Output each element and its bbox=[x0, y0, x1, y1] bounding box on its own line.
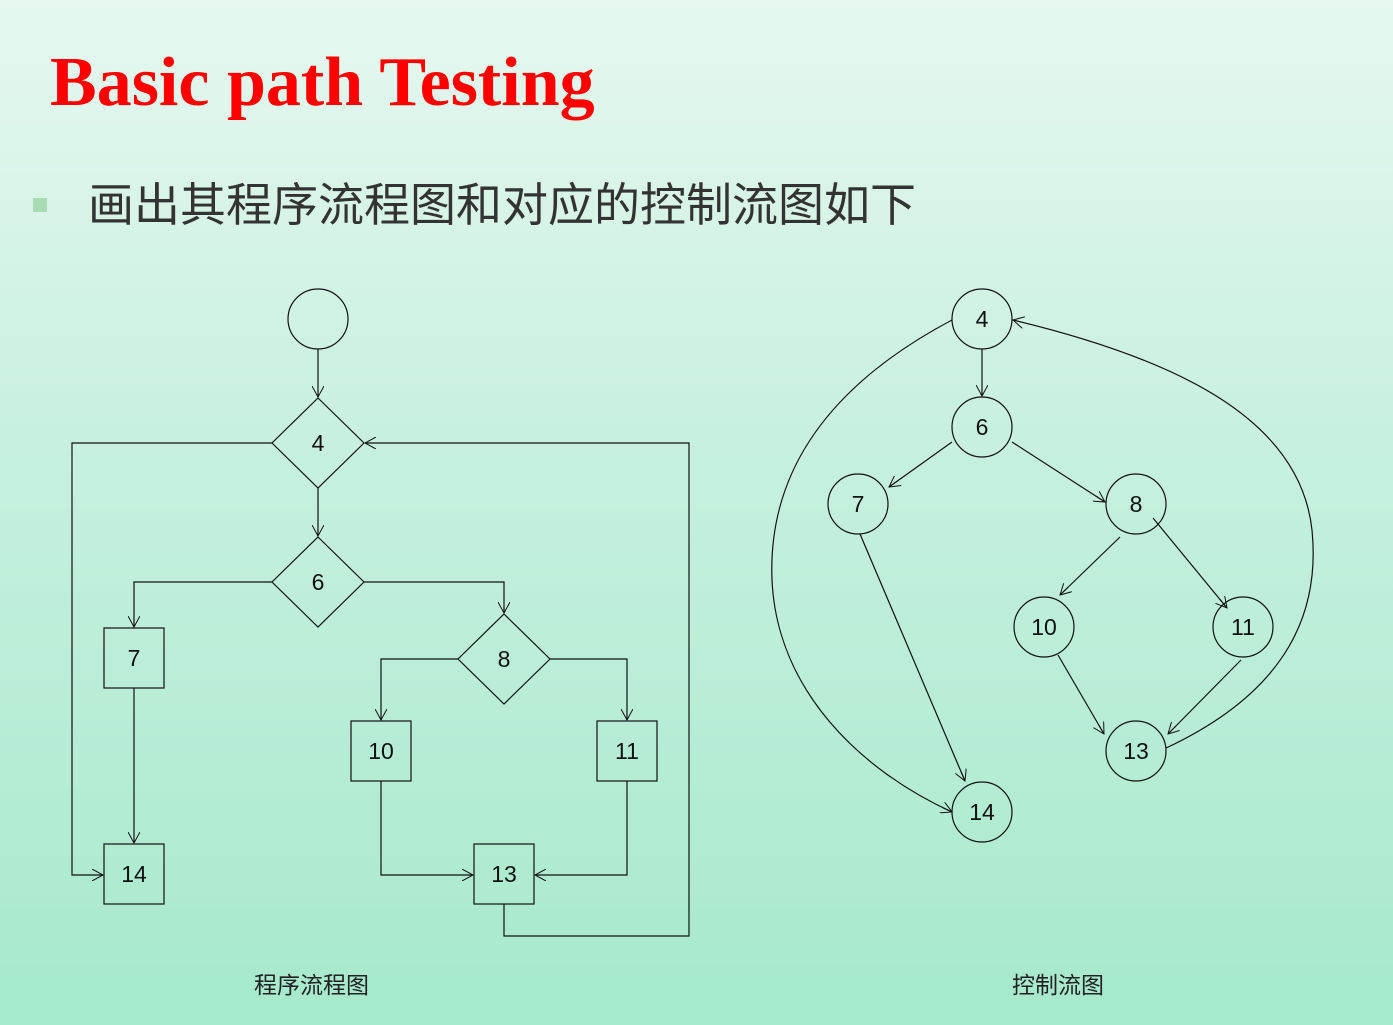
cfg-edge-8-10 bbox=[1060, 536, 1121, 595]
flowchart bbox=[71, 288, 690, 937]
control-flow-caption: 控制流图 bbox=[1012, 973, 1104, 999]
cfg-edge-11-13 bbox=[1168, 659, 1242, 734]
flow-edge-6-8 bbox=[364, 581, 504, 613]
cfg-label-6: 6 bbox=[976, 414, 989, 440]
flow-edge-11-13 bbox=[535, 781, 628, 875]
flow-label-10: 10 bbox=[368, 738, 394, 764]
cfg-edge-4-14 bbox=[771, 319, 952, 812]
flow-edge-13-4 bbox=[365, 443, 690, 937]
cfg-edge-7-14 bbox=[859, 533, 965, 781]
control-flow-graph bbox=[771, 288, 1314, 843]
flow-edge-4-14 bbox=[71, 442, 272, 875]
flow-edge-10-13 bbox=[380, 781, 473, 875]
cfg-label-4: 4 bbox=[976, 306, 989, 332]
flow-label-8: 8 bbox=[498, 646, 511, 672]
flow-label-14: 14 bbox=[121, 861, 147, 887]
flow-label-11: 11 bbox=[615, 738, 639, 764]
flow-edge-6-7 bbox=[134, 581, 272, 627]
flow-start-circle bbox=[287, 288, 349, 350]
cfg-edge-6-8 bbox=[1011, 441, 1105, 502]
flow-edge-8-10 bbox=[381, 658, 458, 720]
flow-label-4: 4 bbox=[312, 430, 325, 456]
cfg-label-11: 11 bbox=[1231, 614, 1255, 640]
flow-label-6: 6 bbox=[312, 569, 325, 595]
cfg-edge-6-7 bbox=[889, 441, 953, 487]
cfg-label-14: 14 bbox=[969, 799, 995, 825]
flow-label-13: 13 bbox=[491, 861, 517, 887]
cfg-label-13: 13 bbox=[1123, 738, 1149, 764]
cfg-edge-8-11 bbox=[1152, 517, 1227, 608]
cfg-label-7: 7 bbox=[852, 491, 865, 517]
flow-label-7: 7 bbox=[128, 645, 141, 671]
cfg-edge-10-13 bbox=[1057, 654, 1104, 734]
flow-edge-8-11 bbox=[550, 658, 627, 720]
cfg-edge-13-4 bbox=[1013, 320, 1314, 749]
cfg-label-10: 10 bbox=[1031, 614, 1057, 640]
cfg-label-8: 8 bbox=[1130, 491, 1143, 517]
diagram-canvas: 4 6 8 7 10 11 13 14 4 6 7 8 10 11 13 14 bbox=[71, 288, 1314, 937]
flowchart-caption: 程序流程图 bbox=[254, 973, 369, 999]
